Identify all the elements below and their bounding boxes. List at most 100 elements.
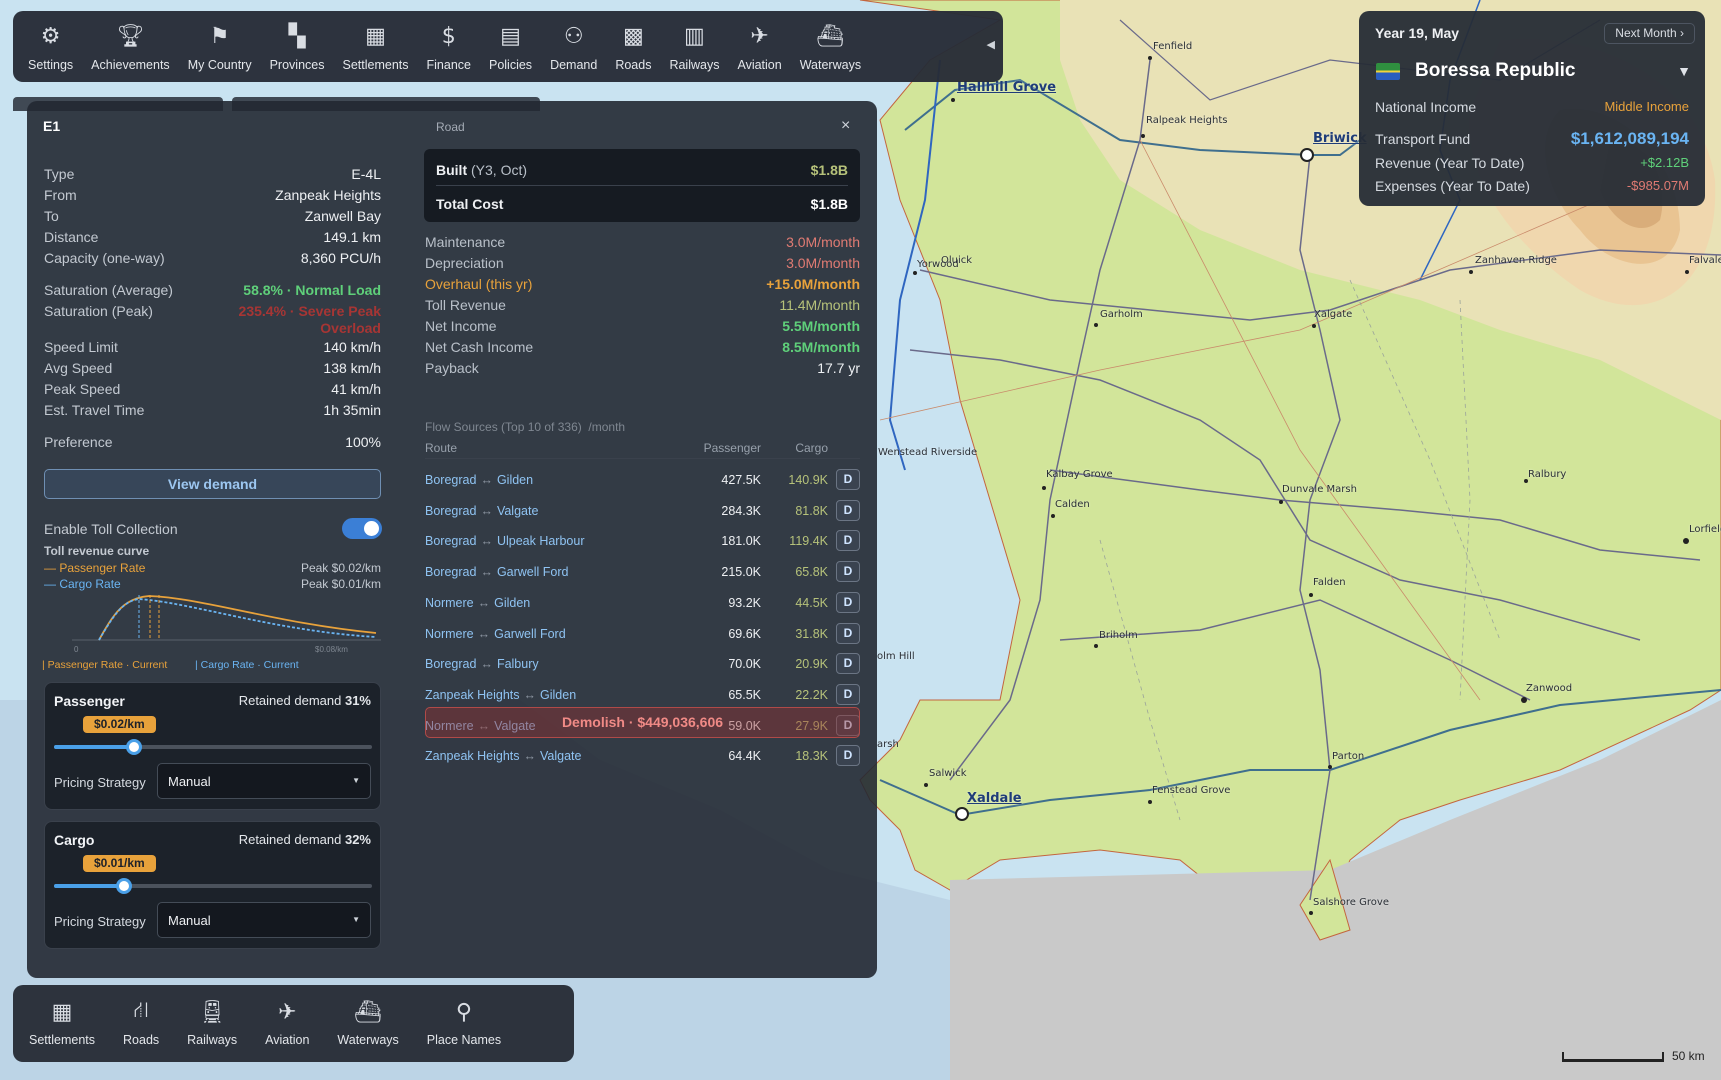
map-label-hallhill-grove[interactable]: Hallhill Grove (957, 80, 1056, 95)
passenger-rate-slider[interactable] (54, 739, 372, 755)
flow-passenger: 93.2K (728, 595, 761, 610)
country-stat-label: Revenue (Year To Date) (1375, 155, 1525, 171)
layer-aviation[interactable]: ✈ Aviation (265, 997, 309, 1062)
flow-route[interactable]: Normere ↔ Garwell Ford (425, 627, 566, 641)
flow-passenger: 427.5K (721, 473, 761, 487)
map-label-falden[interactable]: Falden (1313, 577, 1346, 588)
map-label-arsh[interactable]: arsh (877, 739, 899, 750)
toolbar-settings[interactable]: ⚙ Settings (19, 21, 82, 83)
flow-detail-button[interactable]: D (836, 469, 860, 490)
map-label-fenstead-grove[interactable]: Fenstead Grove (1152, 785, 1230, 796)
map-label-wenstead-riverside[interactable]: Wenstead Riverside (878, 447, 977, 458)
speed-label: Speed Limit (44, 339, 118, 355)
map-label-salwick[interactable]: Salwick (929, 768, 967, 779)
retained-label: Retained demand (238, 832, 342, 847)
country-dropdown-icon[interactable]: ▼ (1677, 63, 1691, 79)
top-toolbar: ⚙ Settings 🏆︎ Achievements ⚑ My Country ▚ Pr… (13, 11, 1003, 82)
flow-row: Boregrad ↔ Gilden 427.5K 140.9K D (425, 466, 860, 494)
total-cost-value: $1.8B (810, 196, 848, 212)
close-icon[interactable]: × (841, 117, 850, 135)
map-label-falvale[interactable]: Falvale (1689, 255, 1721, 266)
toolbar-finance[interactable]: $ Finance (418, 21, 480, 83)
passenger-slider-handle[interactable] (125, 739, 142, 755)
toolbar-achievements[interactable]: 🏆︎ Achievements (82, 21, 179, 83)
flow-route[interactable]: Boregrad ↔ Garwell Ford (425, 565, 568, 579)
map-label-xalgate[interactable]: Xalgate (1314, 309, 1352, 320)
flow-route[interactable]: Boregrad ↔ Valgate (425, 504, 538, 518)
flow-route[interactable]: Boregrad ↔ Ulpeak Harbour (425, 534, 584, 548)
cargo-rate-pill: $0.01/km (83, 855, 156, 872)
toolbar-railways[interactable]: ▥ Railways (660, 21, 728, 83)
route-from: Zanpeak Heights (425, 687, 520, 702)
map-label-xaldale[interactable]: Xaldale (967, 791, 1022, 806)
map-label-kalbay-grove[interactable]: Kalbay Grove (1046, 469, 1113, 480)
cargo-pricing-strategy-select[interactable]: Manual ▼ (157, 902, 371, 938)
flow-row: Zanpeak Heights ↔ Valgate 64.4K 18.3K D (425, 742, 860, 770)
map-label-olm-hill[interactable]: olm Hill (877, 651, 915, 662)
map-label-parton[interactable]: Parton (1332, 751, 1364, 762)
view-demand-button[interactable]: View demand (44, 469, 381, 499)
toolbar-collapse-button[interactable]: ◀ (987, 38, 995, 51)
next-month-button[interactable]: Next Month › (1604, 23, 1695, 44)
flow-detail-button[interactable]: D (836, 622, 860, 644)
layer-place-names[interactable]: ⚲ Place Names (427, 997, 501, 1062)
toolbar-provinces[interactable]: ▚ Provinces (261, 21, 334, 83)
flow-detail-button[interactable]: D (836, 561, 860, 583)
map-label-ralpeak-heights[interactable]: Ralpeak Heights (1146, 115, 1228, 126)
toolbar-roads[interactable]: ▩ Roads (606, 21, 660, 83)
toolbar-waterways[interactable]: ⛴ Waterways (791, 21, 870, 83)
cargo-rate-slider[interactable] (54, 878, 372, 894)
flow-row: Normere ↔ Garwell Ford 69.6K 31.8K D (425, 620, 860, 648)
cargo-slider-handle[interactable] (115, 878, 132, 894)
cargo-peak-label: Peak $0.01/km (300, 577, 381, 591)
toolbar-settlements[interactable]: ▦ Settlements (333, 21, 417, 83)
map-label-fenfield[interactable]: Fenfield (1153, 41, 1192, 52)
layer-railways[interactable]: 🚆︎ Railways (187, 997, 237, 1062)
map-label-ralbury[interactable]: Ralbury (1528, 469, 1566, 480)
flow-detail-button[interactable]: D (836, 745, 860, 767)
route-from: Normere (425, 626, 474, 641)
map-label-oluick[interactable]: Oluick (941, 255, 972, 266)
flow-route[interactable]: Normere ↔ Gilden (425, 596, 530, 610)
flow-route[interactable]: Zanpeak Heights ↔ Valgate (425, 749, 581, 763)
toolbar-my-country[interactable]: ⚑ My Country (179, 21, 261, 83)
est-travel-time: Est. Travel Time 1h 35min (44, 400, 381, 421)
flow-detail-button[interactable]: D (836, 530, 860, 552)
flow-detail-button[interactable]: D (836, 653, 860, 675)
toolbar-policies[interactable]: ▤ Policies (480, 21, 541, 83)
flow-detail-button[interactable]: D (836, 591, 860, 613)
ship-icon: ⛴ (816, 23, 845, 49)
toll-toggle[interactable] (342, 518, 382, 539)
map-label-lorfield[interactable]: Lorfield (1689, 524, 1721, 535)
finance-maintenance: Maintenance 3.0M/month (425, 232, 860, 253)
built-value: $1.8B (810, 162, 848, 178)
map-label-dunvale-marsh[interactable]: Dunvale Marsh (1282, 484, 1357, 495)
layer-waterways[interactable]: ⛴ Waterways (337, 997, 398, 1062)
map-label-garholm[interactable]: Garholm (1100, 309, 1143, 320)
toolbar-aviation[interactable]: ✈ Aviation (728, 21, 790, 83)
detail-distance: Distance 149.1 km (44, 227, 381, 248)
divider (436, 185, 848, 186)
finance-label: Net Cash Income (425, 339, 534, 355)
map-label-salshore-grove[interactable]: Salshore Grove (1313, 897, 1389, 908)
map-label-zanwood[interactable]: Zanwood (1526, 683, 1572, 694)
map-label-briholm[interactable]: Briholm (1099, 630, 1138, 641)
preference-value: 100% (345, 434, 381, 450)
map-label-zanhaven-ridge[interactable]: Zanhaven Ridge (1475, 255, 1557, 266)
flow-route[interactable]: Boregrad ↔ Gilden (425, 473, 533, 487)
speed-label: Peak Speed (44, 381, 121, 397)
flow-route[interactable]: Zanpeak Heights ↔ Gilden (425, 688, 576, 702)
map-label-calden[interactable]: Calden (1055, 499, 1090, 510)
flow-passenger: 181.0K (721, 534, 761, 549)
layer-roads[interactable]: ⛙ Roads (123, 997, 159, 1062)
passenger-pricing-strategy-select[interactable]: Manual ▼ (157, 763, 371, 799)
layer-settlements[interactable]: ▦ Settlements (29, 997, 95, 1062)
country-stat-value: $1,612,089,194 (1570, 129, 1689, 148)
toll-curve-title: Toll revenue curve (44, 544, 150, 558)
flow-detail-button[interactable]: D (836, 499, 860, 521)
demolish-button[interactable]: Demolish · $449,036,606 (425, 707, 860, 738)
toolbar-demand[interactable]: ⚇ Demand (541, 21, 606, 83)
flow-detail-button[interactable]: D (836, 683, 860, 705)
flow-route[interactable]: Boregrad ↔ Falbury (425, 657, 539, 671)
road-detail-panel: E1 Road × Type E-4L From Zanpeak Heights T… (27, 101, 877, 978)
